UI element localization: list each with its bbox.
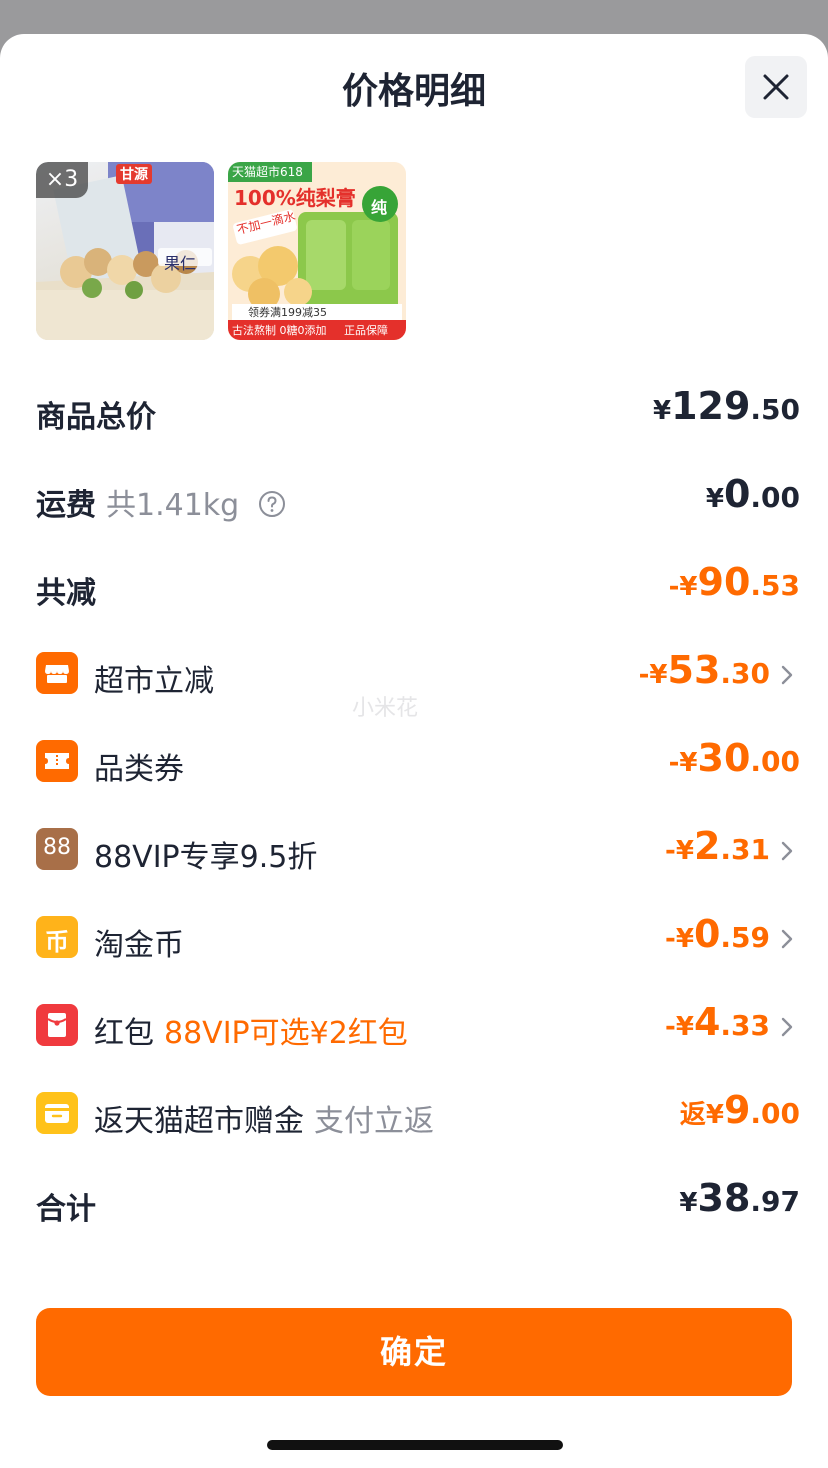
close-icon xyxy=(763,74,789,100)
home-indicator[interactable] xyxy=(267,1440,563,1450)
total-discount-amount: -¥90.53 xyxy=(668,560,800,604)
discount-amount: -¥0.59 xyxy=(665,912,770,956)
product-thumbnail-nuts[interactable]: 甘源 果仁 ×3 xyxy=(36,162,214,340)
discount-label: 品类券 xyxy=(94,752,184,787)
red-envelope-note: 88VIP可选¥2红包 xyxy=(164,1016,408,1051)
chevron-right-icon xyxy=(781,665,793,685)
red-envelope-icon xyxy=(36,1004,78,1046)
grand-total-row: 合计 ¥38.97 xyxy=(36,1172,800,1232)
ticket-icon xyxy=(36,740,78,782)
quantity-badge: ×3 xyxy=(36,162,88,198)
discount-amount: 返¥9.00 xyxy=(679,1088,800,1132)
watermark: 小米花 xyxy=(352,696,419,721)
coin-icon: 币 xyxy=(36,916,78,958)
product-thumbnail-pear-syrup[interactable]: 天猫超市618 100%纯梨膏 不加一滴水 纯 领券满199减35 古法熬制 0… xyxy=(228,162,406,340)
discount-row-88vip[interactable]: 88 88VIP专享9.5折 -¥2.31 xyxy=(36,820,800,880)
sheet-title: 价格明细 xyxy=(341,71,486,112)
discount-label: 红包 88VIP可选¥2红包 xyxy=(94,1016,408,1051)
discount-amount: -¥30.00 xyxy=(668,736,800,780)
total-discount-label: 共减 xyxy=(36,576,96,611)
cashback-note: 支付立返 xyxy=(314,1104,434,1139)
confirm-button[interactable]: 确定 xyxy=(36,1308,792,1396)
vip88-icon: 88 xyxy=(36,828,78,870)
discount-row-taojin-coin[interactable]: 币 淘金币 -¥0.59 xyxy=(36,908,800,968)
store-icon xyxy=(36,652,78,694)
pear-headline: 100%纯梨膏 xyxy=(234,186,356,210)
discount-label: 返天猫超市赠金 支付立返 xyxy=(94,1104,434,1139)
product-brand-text: 甘源 xyxy=(116,164,152,184)
pear-banner-text: 天猫超市618 xyxy=(232,165,303,179)
grand-total-amount: ¥38.97 xyxy=(679,1176,800,1220)
discount-amount: -¥4.33 xyxy=(665,1000,770,1044)
pear-coupon: 领券满199减35 xyxy=(248,306,327,319)
pear-footer-right: 正品保障 xyxy=(344,324,388,337)
grand-total-label: 合计 xyxy=(36,1192,96,1227)
close-button[interactable] xyxy=(745,56,807,118)
discount-amount: -¥2.31 xyxy=(665,824,770,868)
chevron-right-icon xyxy=(781,929,793,949)
goods-total-amount: ¥129.50 xyxy=(652,384,800,428)
shipping-amount: ¥0.00 xyxy=(705,472,800,516)
discount-row-red-envelope[interactable]: 红包 88VIP可选¥2红包 -¥4.33 xyxy=(36,996,800,1056)
chevron-right-icon xyxy=(781,841,793,861)
help-icon[interactable] xyxy=(258,490,286,526)
discount-row-category-coupon: 品类券 -¥30.00 xyxy=(36,732,800,792)
pear-badge: 纯 xyxy=(371,198,388,217)
shipping-weight: 共1.41kg xyxy=(106,488,240,523)
discount-label: 淘金币 xyxy=(94,928,184,963)
discount-row-cashback: 返天猫超市赠金 支付立返 返¥9.00 xyxy=(36,1084,800,1144)
discount-amount: -¥53.30 xyxy=(638,648,770,692)
discount-label: 超市立减 xyxy=(94,664,214,699)
total-discount-row: 共减 -¥90.53 xyxy=(36,556,800,616)
goods-total-label: 商品总价 xyxy=(36,400,156,435)
product-label-text: 果仁 xyxy=(164,254,197,273)
discount-label: 88VIP专享9.5折 xyxy=(94,840,318,875)
wallet-icon xyxy=(36,1092,78,1134)
shipping-row: 运费 共1.41kg ¥0.00 xyxy=(36,468,800,528)
chevron-right-icon xyxy=(781,1017,793,1037)
goods-total-row: 商品总价 ¥129.50 xyxy=(36,380,800,440)
pear-footer-left: 古法熬制 0糖0添加 xyxy=(232,324,327,337)
shipping-label: 运费 共1.41kg xyxy=(36,480,286,526)
